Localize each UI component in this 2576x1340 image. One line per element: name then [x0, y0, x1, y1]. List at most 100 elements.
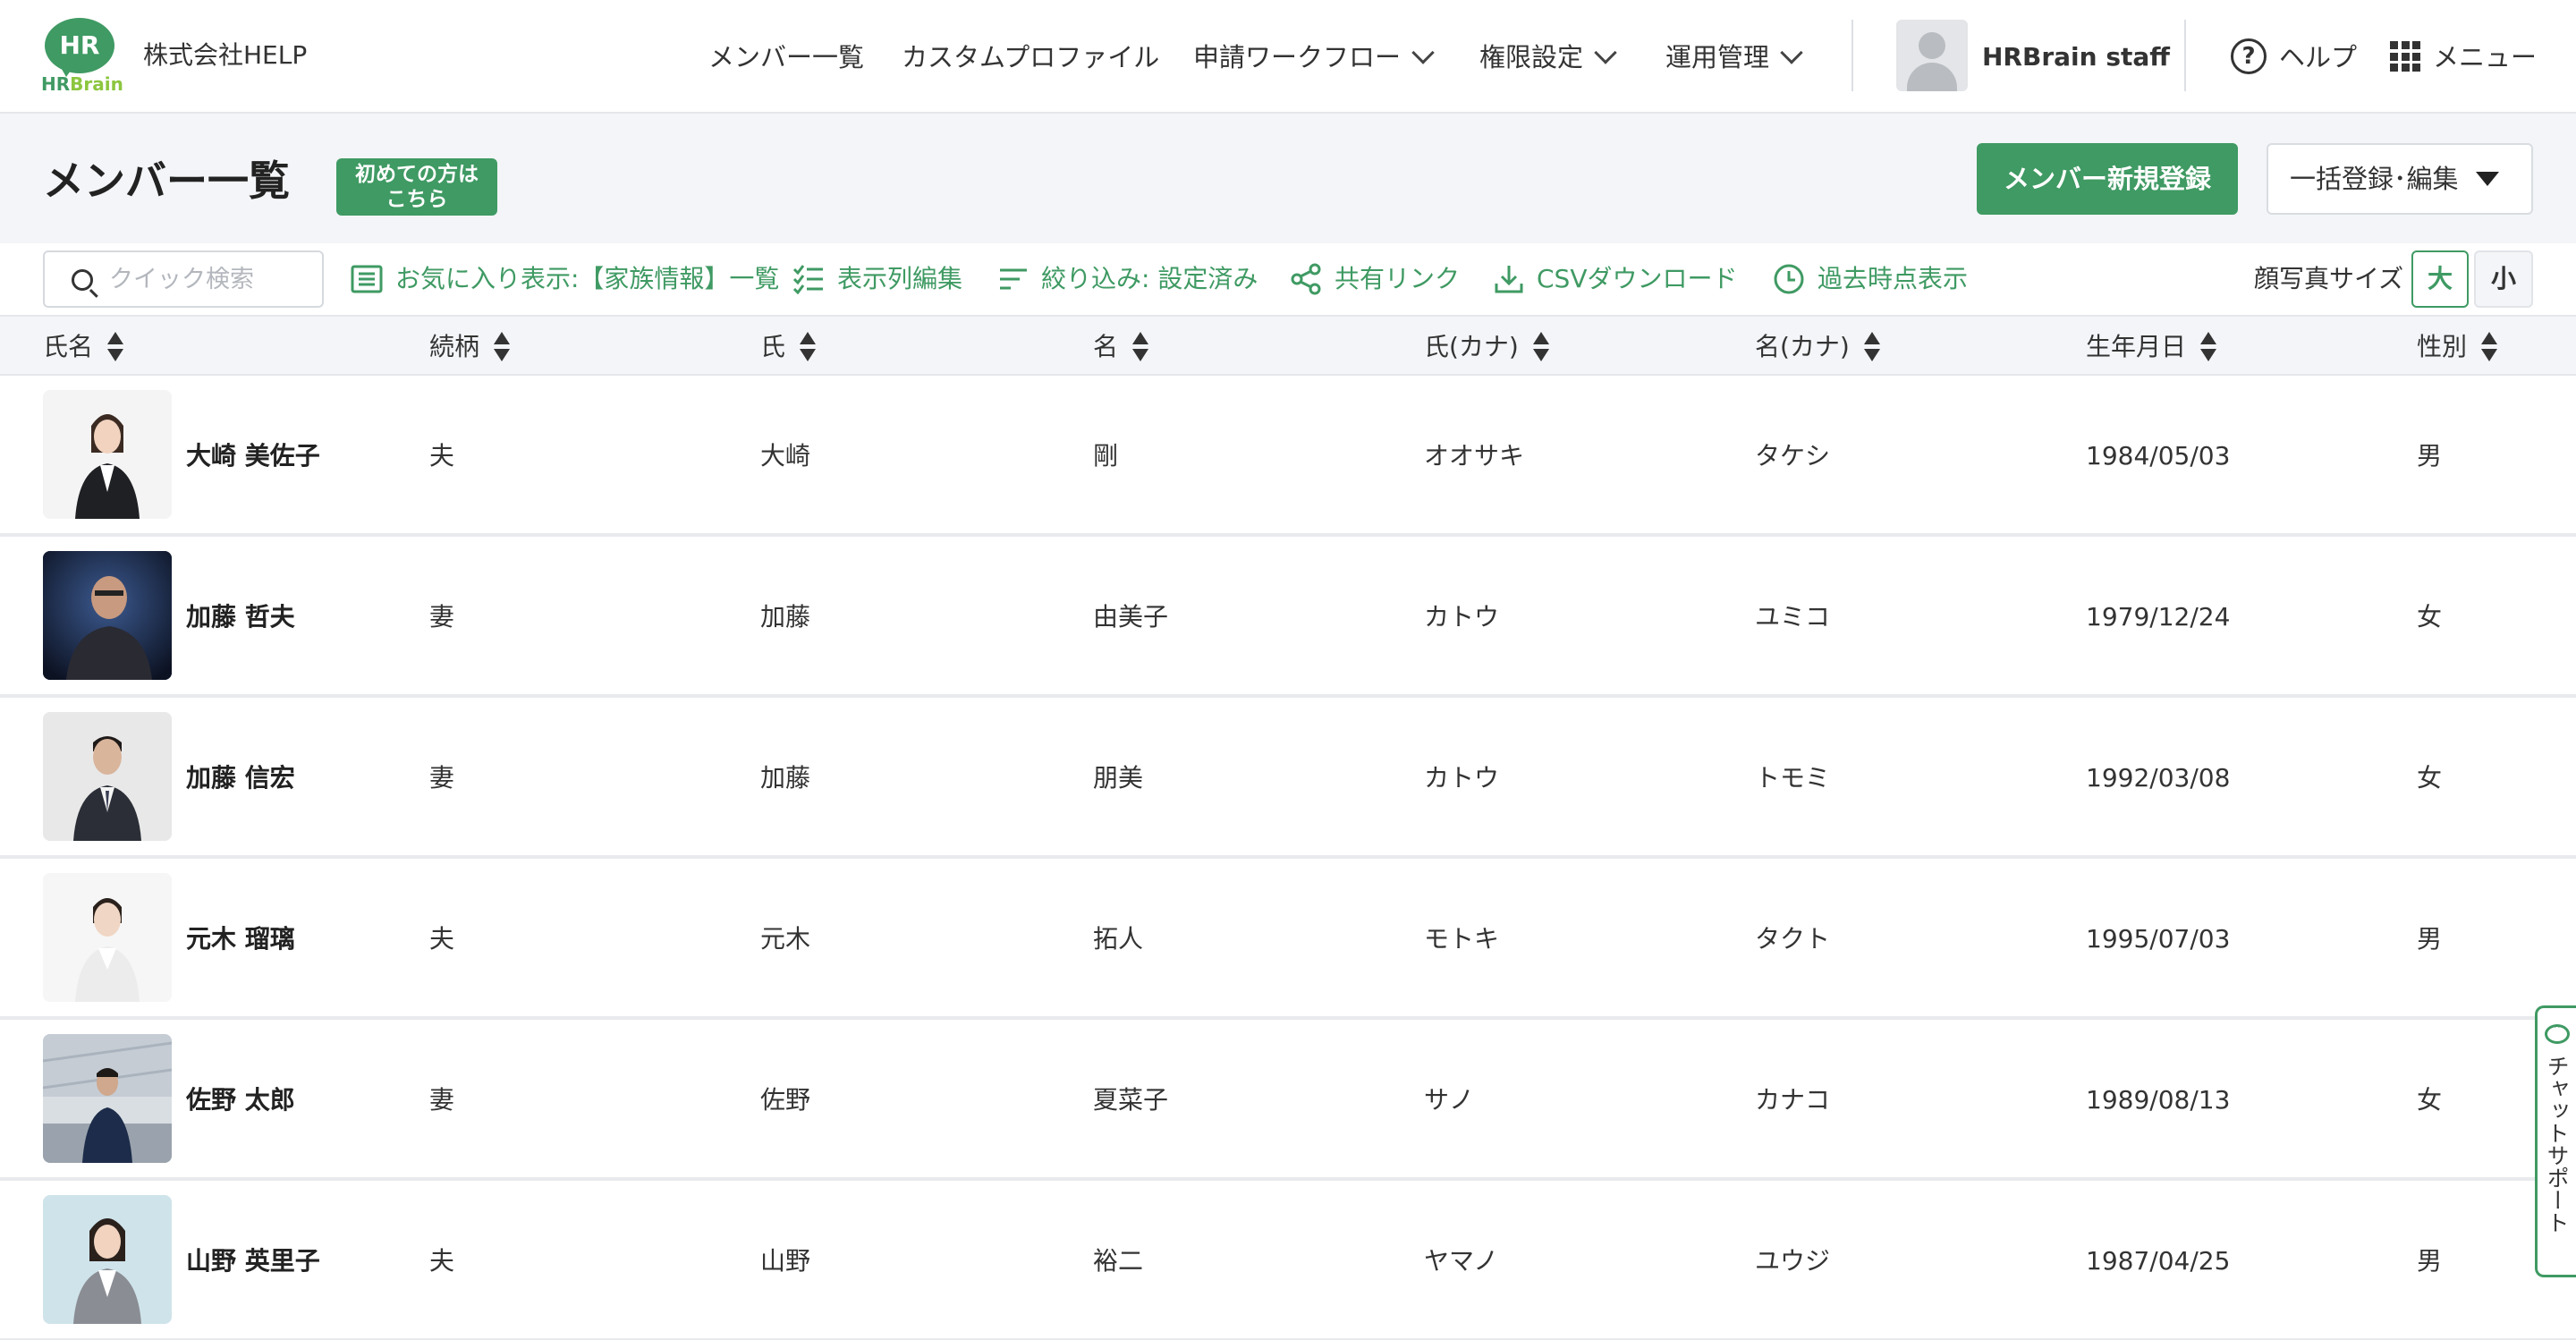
avatar-head-shape [1919, 32, 1945, 59]
nav-permissions[interactable]: 権限設定 [1479, 39, 1617, 75]
column-header-last-kana[interactable]: 氏(カナ) [1424, 329, 1549, 365]
filter-button[interactable]: 絞り込み: 設定済み [998, 261, 1258, 297]
cell-first-name: 拓人 [1093, 924, 1144, 954]
cell-last-kana: サノ [1424, 1085, 1475, 1115]
cell-relation: 妻 [429, 1085, 455, 1115]
cell-gender: 女 [2417, 602, 2443, 632]
user-name[interactable]: HRBrain staff [1982, 39, 2170, 75]
table-header: 氏名 続柄 氏 名 氏(カナ) 名(カナ) 生年月日 性別 [0, 317, 2576, 376]
help-link[interactable]: ヘルプ [2279, 39, 2357, 75]
photo-size-large-toggle[interactable]: 大 [2411, 250, 2469, 308]
nav-operations[interactable]: 運用管理 [1665, 39, 1803, 75]
sort-icon[interactable] [1132, 332, 1149, 362]
cell-first-kana: タケシ [1755, 441, 1831, 471]
member-name[interactable]: 加藤 哲夫 [186, 599, 295, 635]
nav-permissions-label: 権限設定 [1479, 42, 1584, 72]
table-row[interactable]: 佐野 太郎 妻 佐野 夏菜子 サノ カナコ 1989/08/13 女 [0, 1020, 2576, 1181]
header-divider [2184, 20, 2186, 91]
photo-size-small-toggle[interactable]: 小 [2474, 250, 2533, 308]
member-name[interactable]: 元木 瑠璃 [186, 921, 295, 957]
list-toolbar: お気に入り表示:【家族情報】一覧 表示列編集 絞り込み: 設定済み 共有リンク … [0, 243, 2576, 317]
chat-support-tab[interactable]: チャットサポート [2535, 1005, 2576, 1277]
chevron-down-icon [1411, 41, 1435, 64]
column-header-first-kana[interactable]: 名(カナ) [1755, 329, 1880, 365]
table-row[interactable]: 加藤 哲夫 妻 加藤 由美子 カトウ ユミコ 1979/12/24 女 [0, 537, 2576, 698]
column-header-first-name[interactable]: 名 [1093, 329, 1149, 365]
menu-link[interactable]: メニュー [2433, 39, 2537, 75]
cell-first-name: 夏菜子 [1093, 1085, 1169, 1115]
sort-icon[interactable] [800, 332, 817, 362]
first-time-guide-line1: 初めての方は [355, 163, 479, 186]
member-photo-image [43, 712, 172, 841]
cell-gender: 男 [2417, 1246, 2443, 1276]
hrbrain-logo[interactable]: HR HRBrain [41, 18, 123, 95]
clock-icon [1774, 264, 1804, 294]
member-name[interactable]: 加藤 信宏 [186, 760, 295, 796]
cell-birthdate: 1989/08/13 [2086, 1085, 2231, 1115]
logo-bubble: HR [45, 18, 114, 73]
chat-bubble-icon [2545, 1018, 2570, 1044]
chevron-down-icon [1594, 41, 1617, 64]
column-header-last-name[interactable]: 氏 [760, 329, 817, 365]
checklist-icon [792, 265, 823, 294]
column-header-relation-label: 続柄 [429, 332, 480, 361]
cell-relation: 夫 [429, 1246, 455, 1276]
sort-icon[interactable] [494, 332, 511, 362]
member-photo[interactable] [43, 712, 172, 841]
grid-menu-icon[interactable] [2390, 41, 2420, 72]
nav-member-list[interactable]: メンバー一覧 [708, 39, 864, 75]
logo-wordmark-brain: Brain [70, 73, 123, 95]
column-header-birthdate[interactable]: 生年月日 [2086, 329, 2217, 365]
table-row[interactable]: 山野 英里子 夫 山野 裕二 ヤマノ ユウジ 1987/04/25 男 [0, 1181, 2576, 1340]
member-name[interactable]: 佐野 太郎 [186, 1082, 295, 1118]
member-photo[interactable] [43, 1195, 172, 1324]
favorite-view-button[interactable]: お気に入り表示:【家族情報】一覧 [351, 261, 779, 297]
column-header-relation[interactable]: 続柄 [429, 329, 511, 365]
cell-first-kana: トモミ [1755, 763, 1831, 793]
search-icon [72, 269, 93, 291]
column-header-gender[interactable]: 性別 [2417, 329, 2498, 365]
column-header-gender-label: 性別 [2417, 332, 2468, 361]
past-point-view-button[interactable]: 過去時点表示 [1773, 261, 1968, 297]
bulk-edit-dropdown[interactable]: 一括登録･編集 [2267, 143, 2533, 215]
cell-birthdate: 1992/03/08 [2086, 763, 2231, 793]
share-link-button[interactable]: 共有リンク [1290, 261, 1460, 297]
quick-search[interactable] [43, 250, 324, 308]
column-header-name[interactable]: 氏名 [43, 329, 124, 365]
first-time-guide-button[interactable]: 初めての方は こちら [336, 158, 497, 216]
member-photo-image [43, 873, 172, 1002]
nav-workflow[interactable]: 申請ワークフロー [1193, 39, 1435, 75]
sort-icon[interactable] [1863, 332, 1880, 362]
member-photo[interactable] [43, 390, 172, 519]
header-divider [1852, 20, 1853, 91]
nav-custom-profile-label: カスタムプロファイル [902, 42, 1160, 72]
past-point-view-label: 過去時点表示 [1818, 264, 1969, 293]
cell-birthdate: 1987/04/25 [2086, 1246, 2231, 1276]
column-header-birthdate-label: 生年月日 [2086, 332, 2187, 361]
table-row[interactable]: 元木 瑠璃 夫 元木 拓人 モトキ タクト 1995/07/03 男 [0, 859, 2576, 1020]
sort-icon[interactable] [1532, 332, 1549, 362]
member-photo[interactable] [43, 1034, 172, 1163]
column-header-last-kana-label: 氏(カナ) [1424, 332, 1519, 361]
user-avatar[interactable] [1896, 20, 1968, 91]
help-icon[interactable]: ? [2231, 38, 2267, 74]
nav-custom-profile[interactable]: カスタムプロファイル [902, 39, 1159, 75]
member-photo-image [43, 551, 172, 680]
column-header-last-name-label: 氏 [760, 332, 786, 361]
table-row[interactable]: 加藤 信宏 妻 加藤 朋美 カトウ トモミ 1992/03/08 女 [0, 698, 2576, 859]
new-member-button[interactable]: メンバー新規登録 [1977, 143, 2238, 215]
csv-download-button[interactable]: CSVダウンロード [1494, 261, 1737, 297]
filter-label: 絞り込み: 設定済み [1041, 264, 1258, 293]
member-name[interactable]: 山野 英里子 [186, 1243, 320, 1279]
top-header: HR HRBrain 株式会社HELP メンバー一覧 カスタムプロファイル 申請… [0, 0, 2576, 114]
quick-search-input[interactable] [109, 259, 315, 299]
sort-icon[interactable] [2481, 332, 2498, 362]
member-photo[interactable] [43, 551, 172, 680]
sort-icon[interactable] [2200, 332, 2217, 362]
table-row[interactable]: 大崎 美佐子 夫 大崎 剛 オオサキ タケシ 1984/05/03 男 [0, 376, 2576, 537]
edit-columns-button[interactable]: 表示列編集 [792, 261, 962, 297]
cell-last-name: 元木 [760, 924, 811, 954]
member-name[interactable]: 大崎 美佐子 [186, 438, 320, 474]
sort-icon[interactable] [107, 332, 124, 362]
member-photo[interactable] [43, 873, 172, 1002]
